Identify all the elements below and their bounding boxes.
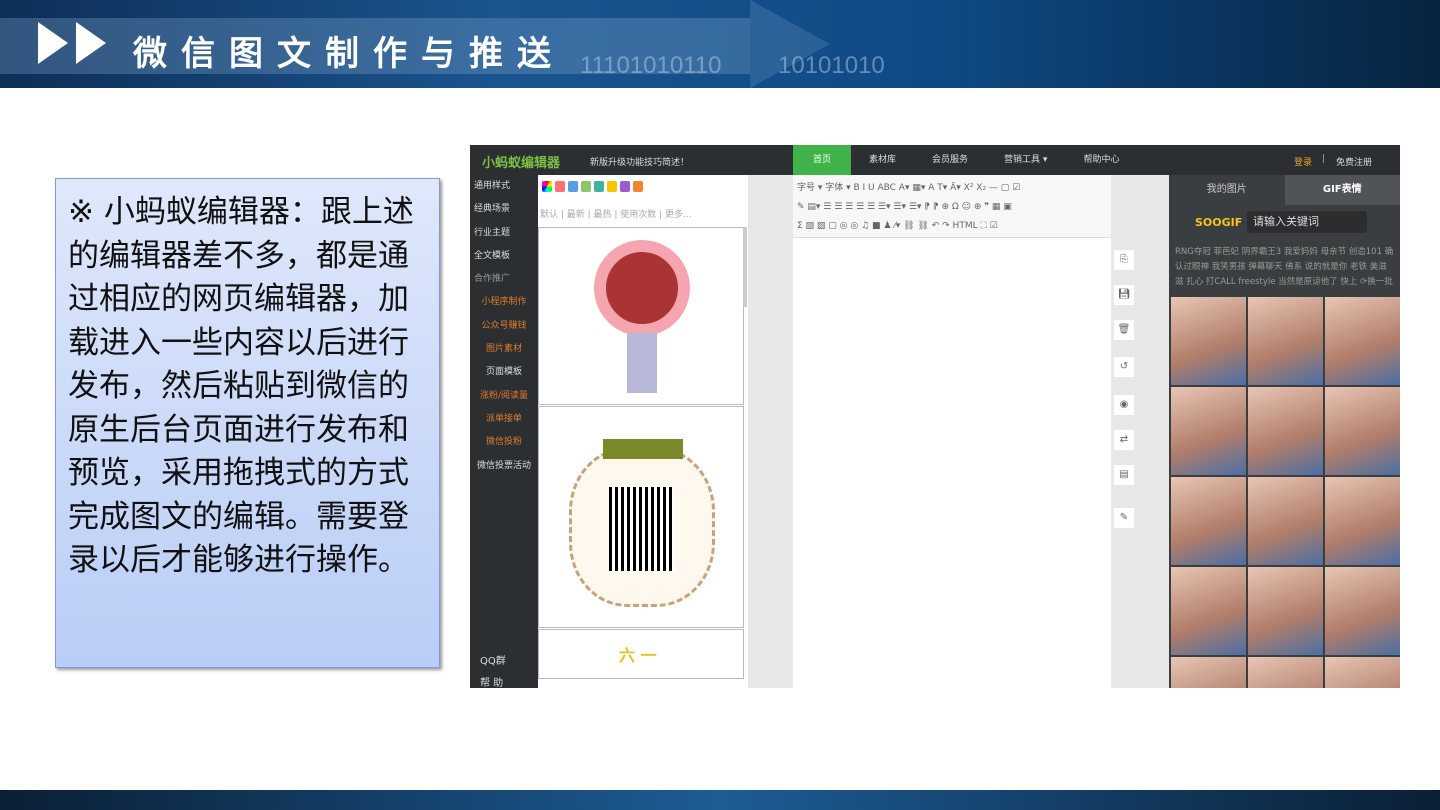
edit-icon[interactable]: ✎ bbox=[1114, 508, 1134, 528]
nav-materials[interactable]: 素材库 bbox=[851, 145, 914, 175]
editor-body[interactable] bbox=[793, 238, 1111, 678]
nav-mini-program[interactable]: 小程序制作 bbox=[470, 291, 538, 314]
swatch[interactable] bbox=[568, 181, 578, 192]
swap-icon[interactable]: ⇄ bbox=[1114, 430, 1134, 450]
gif-thumb[interactable] bbox=[1171, 387, 1246, 475]
chevron-icon bbox=[38, 22, 68, 64]
help-link[interactable]: 帮 助 bbox=[470, 672, 503, 688]
main-nav: 首页 素材库 会员服务 营销工具 ▾ 帮助中心 bbox=[793, 145, 1137, 175]
banner-bits: 11101010110 bbox=[580, 52, 722, 79]
color-swatches bbox=[542, 181, 643, 192]
gif-grid bbox=[1171, 297, 1400, 688]
toolbar-row[interactable]: 字号 ▾ 字体 ▾ B I U ABC A▾ ▦▾ A T▾ Ä▾ X² X₂ … bbox=[797, 179, 1107, 198]
qq-group-link[interactable]: QQ群 bbox=[470, 650, 506, 673]
gif-thumb[interactable] bbox=[1171, 477, 1246, 565]
badge-image bbox=[594, 240, 690, 336]
gif-thumb[interactable] bbox=[1325, 477, 1400, 565]
gif-thumb[interactable] bbox=[1171, 297, 1246, 385]
gif-thumb[interactable] bbox=[1325, 657, 1400, 688]
gif-thumb[interactable] bbox=[1171, 657, 1246, 688]
gif-thumb[interactable] bbox=[1248, 297, 1323, 385]
panel-tabs: 我的图片 GIF表情 bbox=[1169, 175, 1400, 205]
editor-screenshot: 小蚂蚁编辑器 新版升级功能技巧简述！ 首页 素材库 会员服务 营销工具 ▾ 帮助… bbox=[470, 145, 1400, 688]
rich-text-editor: 字号 ▾ 字体 ▾ B I U ABC A▾ ▦▾ A T▾ Ä▾ X² X₂ … bbox=[793, 175, 1111, 688]
side-actions: ⎘ 💾︎ 🗑︎ ↺ ◉ ⇄ ▤ ✎ bbox=[1111, 175, 1169, 688]
gif-search-input[interactable]: 请输入关键词 bbox=[1247, 211, 1367, 233]
separator: | bbox=[1322, 154, 1326, 164]
nav-wechat-fans[interactable]: 微信投粉 bbox=[470, 431, 538, 454]
undo-icon[interactable]: ↺ bbox=[1114, 357, 1134, 377]
swatch[interactable] bbox=[555, 181, 565, 192]
template-card[interactable] bbox=[538, 227, 744, 405]
template-card[interactable] bbox=[538, 406, 744, 628]
gif-thumb[interactable] bbox=[1248, 387, 1323, 475]
swatch[interactable] bbox=[542, 181, 552, 192]
nav-full-templates[interactable]: 全文模板 bbox=[470, 245, 538, 268]
tab-gif[interactable]: GIF表情 bbox=[1284, 175, 1400, 205]
gif-thumb[interactable] bbox=[1248, 657, 1323, 688]
nav-voting[interactable]: 微信投票活动 bbox=[470, 455, 538, 478]
slide-title: 微信图文制作与推送 bbox=[133, 34, 565, 74]
gif-thumb[interactable] bbox=[1248, 477, 1323, 565]
app-logo[interactable]: 小蚂蚁编辑器 bbox=[482, 152, 560, 171]
chevron-icon bbox=[76, 22, 106, 64]
nav-marketing[interactable]: 营销工具 ▾ bbox=[986, 145, 1065, 175]
tag-row[interactable]: 滋 扎心 打CALL freestyle 当然是原谅他了 快上 ⟳换一批 bbox=[1175, 275, 1400, 290]
preview-icon[interactable]: ◉ bbox=[1114, 395, 1134, 415]
swatch[interactable] bbox=[581, 181, 591, 192]
toolbar-row[interactable]: Σ ▨ ▨ ▢ ◎ ◎ ♫ ■ ♟ ⁄▾ ⛓ ⛓ ↶ ↷ HTML ⛶ ☑ bbox=[797, 217, 1107, 236]
swatch[interactable] bbox=[620, 181, 630, 192]
ribbon bbox=[627, 333, 657, 393]
title-banner: 11101010110 10101010 微信图文制作与推送 bbox=[0, 0, 1440, 88]
nav-home[interactable]: 首页 bbox=[793, 145, 852, 175]
swatch[interactable] bbox=[607, 181, 617, 192]
swatch[interactable] bbox=[594, 181, 604, 192]
sign bbox=[603, 439, 683, 459]
nav-industry-themes[interactable]: 行业主题 bbox=[470, 222, 538, 245]
gif-thumb[interactable] bbox=[1325, 567, 1400, 655]
export-icon[interactable]: ▤ bbox=[1114, 465, 1134, 485]
footer-bar bbox=[0, 790, 1440, 810]
image-panel: 我的图片 GIF表情 SOOGIF 请输入关键词 RNG夺冠 菲芭妃 阴界霸王3… bbox=[1169, 175, 1400, 688]
top-bar: 小蚂蚁编辑器 新版升级功能技巧简述！ 首页 素材库 会员服务 营销工具 ▾ 帮助… bbox=[470, 145, 1400, 175]
gif-thumb[interactable] bbox=[1325, 387, 1400, 475]
register-link[interactable]: 免费注册 bbox=[1336, 155, 1372, 168]
keyword-tags: RNG夺冠 菲芭妃 阴界霸王3 我爱妈妈 母亲节 创造101 确 认过眼神 我笑… bbox=[1175, 245, 1400, 290]
nav-general-styles[interactable]: 通用样式 bbox=[470, 175, 538, 198]
notice-link[interactable]: 新版升级功能技巧简述！ bbox=[590, 155, 689, 168]
editor-toolbar: 字号 ▾ 字体 ▾ B I U ABC A▾ ▦▾ A T▾ Ä▾ X² X₂ … bbox=[793, 175, 1111, 238]
sort-filters[interactable]: 默认 | 最新 | 最热 | 使用次数 | 更多... bbox=[540, 207, 692, 220]
copy-icon[interactable]: ⎘ bbox=[1114, 250, 1134, 270]
toolbar-row[interactable]: ✎ ▤▾ ☰ ☰ ☰ ☰ ☰ ☰▾ ☰▾ ☰▾ ⁋ ⁋ ⊕ Ω ☺ ⊕ ❞ ▦ … bbox=[797, 198, 1107, 217]
left-nav: 通用样式 经典场景 行业主题 全文模板 合作推广 小程序制作 公众号赚钱 图片素… bbox=[470, 175, 538, 688]
swatch[interactable] bbox=[633, 181, 643, 192]
tag-row[interactable]: 认过眼神 我笑男孩 弹幕聊天 佛系 说的就是你 老铁 美滋 bbox=[1175, 260, 1400, 275]
scrollbar[interactable] bbox=[743, 227, 747, 307]
nav-images[interactable]: 图片素材 bbox=[470, 338, 538, 361]
gif-thumb[interactable] bbox=[1171, 567, 1246, 655]
description-box: ※ 小蚂蚁编辑器：跟上述的编辑器差不多，都是通过相应的网页编辑器，加载进入一些内… bbox=[55, 178, 440, 668]
title-decoration: 六 一 bbox=[619, 646, 657, 665]
login-link[interactable]: 登录 bbox=[1294, 155, 1312, 168]
nav-help[interactable]: 帮助中心 bbox=[1065, 145, 1137, 175]
nav-earn[interactable]: 公众号赚钱 bbox=[470, 315, 538, 338]
banner-bits: 10101010 bbox=[778, 52, 885, 79]
nav-page-templates[interactable]: 页面模板 bbox=[470, 361, 538, 384]
nav-partners[interactable]: 合作推广 bbox=[470, 268, 538, 291]
gif-thumb[interactable] bbox=[1325, 297, 1400, 385]
soogif-logo: SOOGIF bbox=[1195, 216, 1243, 229]
tab-my-images[interactable]: 我的图片 bbox=[1169, 175, 1285, 205]
trash-icon[interactable]: 🗑︎ bbox=[1114, 320, 1134, 340]
tag-row[interactable]: RNG夺冠 菲芭妃 阴界霸王3 我爱妈妈 母亲节 创造101 确 bbox=[1175, 245, 1400, 260]
qr-code bbox=[609, 487, 675, 571]
template-card[interactable]: 六 一 bbox=[538, 629, 744, 679]
nav-classic-scenes[interactable]: 经典场景 bbox=[470, 198, 538, 221]
nav-followers[interactable]: 涨粉/阅读量 bbox=[470, 385, 538, 408]
divider-area bbox=[748, 175, 793, 688]
nav-membership[interactable]: 会员服务 bbox=[914, 145, 986, 175]
save-icon[interactable]: 💾︎ bbox=[1114, 285, 1134, 305]
nav-orders[interactable]: 派单接单 bbox=[470, 408, 538, 431]
template-panel: 默认 | 最新 | 最热 | 使用次数 | 更多... 六 一 bbox=[538, 175, 748, 688]
gif-thumb[interactable] bbox=[1248, 567, 1323, 655]
